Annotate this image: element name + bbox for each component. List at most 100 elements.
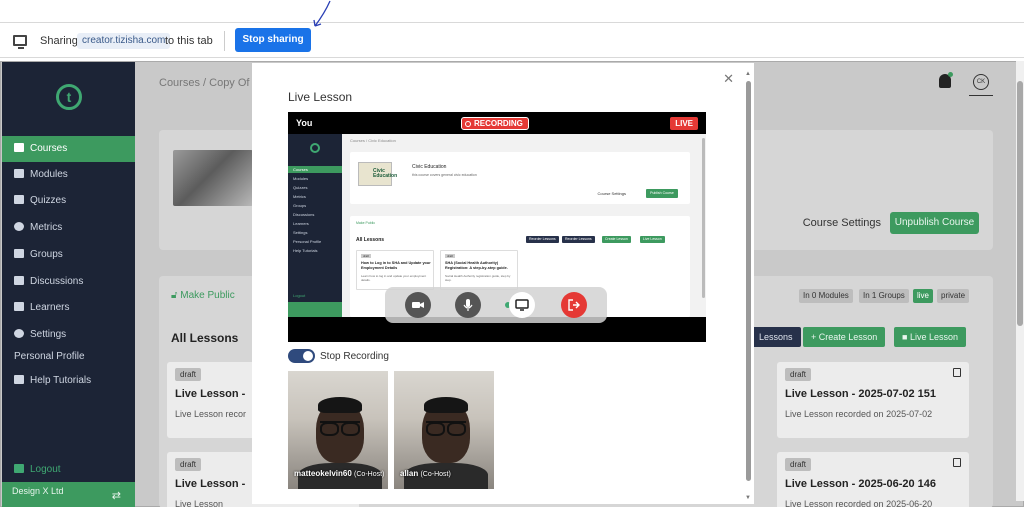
recording-indicator: RECORDING [461,117,529,130]
preview-nav-item: Settings [293,230,308,235]
copy-icon[interactable] [953,368,961,377]
video-stage: You RECORDING LIVE Courses Modules Quizz… [288,112,706,342]
make-public-toggle[interactable]: 🔓︎ Make Public [171,290,235,301]
preview-button: Reorder Lessons [562,236,595,243]
camera-icon[interactable] [405,292,431,318]
lesson-title: Live Lesson - 2025-07-02 151 [785,388,937,400]
private-badge: private [937,289,970,303]
preview-org [288,302,342,317]
unpublish-course-button[interactable]: Unpublish Course [890,212,979,234]
preview-course-thumbnail: Civic Education [358,162,397,186]
lesson-description: Live Lesson recor [175,409,247,419]
org-switcher[interactable]: Design X Ltd ⇄ [2,482,135,507]
copy-icon[interactable] [953,458,961,467]
preview-lesson-card: draft SHA (Social Health Authority) Regi… [440,250,518,290]
modal-scrollbar[interactable]: ▲ ▼ [745,71,752,501]
org-name: Design X Ltd [12,486,64,496]
participant-glasses [426,421,466,436]
preview-nav-item: Metrics [293,194,306,199]
sidebar-item-learners[interactable]: Learners [2,295,135,321]
lesson-card[interactable]: draft Live Lesson - 2025-07-02 151 Live … [777,362,969,438]
course-settings-link[interactable]: Course Settings [803,217,881,229]
live-lesson-button[interactable]: ■ Live Lesson [894,327,966,347]
lesson-title: Live Lesson - [175,478,246,490]
status-badge: draft [785,458,812,471]
stop-recording-label: Stop Recording [320,351,389,362]
participant-name: matteokelvin60 (Co-Host) [294,469,385,478]
sidebar-item-courses[interactable]: Courses [2,136,135,162]
sidebar-item-personal-profile[interactable]: Personal Profile [14,351,85,362]
preview-button: Reorder Lessons [526,236,559,243]
lesson-title: Live Lesson - 2025-06-20 146 [785,478,937,490]
screen-share-icon[interactable] [509,292,535,318]
sidebar-item-groups[interactable]: Groups [2,242,135,268]
swap-icon: ⇄ [111,490,121,502]
preview-nav-item: Help Tutorials [293,248,318,253]
sidebar-item-modules[interactable]: Modules [2,162,135,188]
preview-make-public: Make Public [356,221,376,225]
preview-publish-button: Publish Course [646,189,678,198]
participant-hair [318,397,362,413]
avatar[interactable]: CK [973,74,989,90]
preview-course-title: Civic Education [412,164,447,170]
modal-scrollbar-thumb[interactable] [746,81,751,481]
stop-recording-toggle[interactable] [288,349,315,363]
sidebar-item-discussions[interactable]: Discussions [2,269,135,295]
users-icon [14,302,24,311]
page-scrollbar[interactable] [1016,61,1024,501]
live-lesson-modal: ✕ Live Lesson You RECORDING LIVE Courses… [252,63,754,504]
close-icon[interactable]: ✕ [723,71,734,87]
pie-chart-icon [14,222,24,231]
sidebar-item-quizzes[interactable]: Quizzes [2,188,135,214]
page-scrollbar-thumb[interactable] [1017,81,1023,326]
sidebar-item-metrics[interactable]: Metrics [2,215,135,241]
book-icon [14,143,24,152]
course-thumbnail [173,150,253,206]
status-badge: draft [175,368,202,381]
list-icon [14,195,24,204]
preview-scrollbar [702,138,705,298]
grid-icon [14,169,24,178]
sidebar: t Courses Modules Quizzes Metrics Groups… [2,62,135,507]
sharing-label: Sharing [40,35,78,47]
sharing-suffix: to this tab [165,35,213,47]
preview-logout: Logout [293,293,306,298]
preview-course-settings: Course Settings [597,191,626,196]
preview-breadcrumb: Courses / Civic Education [350,138,396,143]
avatar-underline [969,95,993,96]
sidebar-item-settings[interactable]: Settings [2,322,135,348]
notification-dot [948,72,953,77]
modules-count-badge: In 0 Modules [799,289,853,303]
scroll-up-icon[interactable]: ▲ [745,71,751,77]
preview-logo-icon [310,143,320,153]
preview-course-subtitle: this course covers general civic educati… [412,173,477,177]
participant-tile: matteokelvin60 (Co-Host) [288,371,388,489]
tizisha-logo-icon: t [56,84,82,110]
create-lesson-button[interactable]: + Create Lesson [803,327,886,347]
preview-course-card: Civic Education Civic Education this cou… [350,152,690,204]
chat-icon [14,276,24,285]
reorder-lessons-button[interactable]: Lessons [751,327,801,347]
lesson-card[interactable]: draft Live Lesson - 2025-06-20 146 Live … [777,452,969,507]
breadcrumb[interactable]: Courses / Copy Of Co [159,77,267,89]
live-indicator: LIVE [670,117,698,130]
microphone-icon[interactable] [455,292,481,318]
participant-glasses [320,421,360,436]
scroll-down-icon[interactable]: ▼ [745,495,751,501]
stop-sharing-button[interactable]: Stop sharing [235,28,311,52]
preview-sidebar: Courses Modules Quizzes Metrics Groups D… [288,134,342,317]
leave-call-icon[interactable] [561,292,587,318]
preview-nav-item: Groups [293,203,307,208]
preview-all-lessons: All Lessons [356,237,385,243]
preview-nav-item: Learners [293,221,309,226]
preview-nav-item: Personal Profile [293,239,322,244]
self-label: You [296,118,313,128]
screen: Sharing creator.tizisha.com to this tab … [0,0,1024,507]
logout-link[interactable]: Logout [14,464,61,475]
status-badge: draft [785,368,812,381]
screen-share-icon [13,35,27,49]
lesson-title: Live Lesson - [175,388,246,400]
sidebar-item-help-tutorials[interactable]: Help Tutorials [14,375,91,386]
external-link-icon [14,375,24,384]
lesson-description: Live Lesson recorded on 2025-06-20 [785,499,933,507]
